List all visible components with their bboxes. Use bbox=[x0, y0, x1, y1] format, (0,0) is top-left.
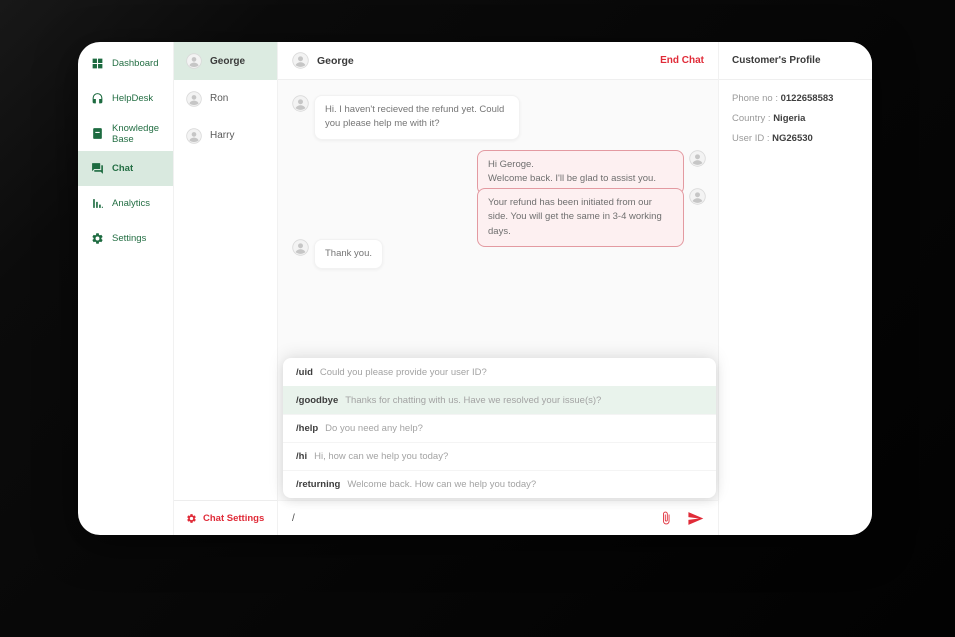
contact-avatar-icon bbox=[186, 91, 202, 107]
customer-avatar-icon bbox=[292, 239, 309, 256]
command-description: Hi, how can we help you today? bbox=[314, 451, 448, 462]
contact-name: Ron bbox=[210, 93, 228, 104]
command-item-returning[interactable]: /returning Welcome back. How can we help… bbox=[283, 470, 716, 498]
message-input[interactable] bbox=[292, 513, 645, 524]
profile-field-userid: User ID : NG26530 bbox=[732, 133, 859, 144]
command-key: /goodbye bbox=[296, 395, 338, 406]
command-item-hi[interactable]: /hi Hi, how can we help you today? bbox=[283, 442, 716, 470]
gear-icon bbox=[91, 232, 104, 245]
chat-bubbles-icon bbox=[91, 162, 104, 175]
command-suggestions-popup: /uid Could you please provide your user … bbox=[283, 358, 716, 498]
message-customer: Hi. I haven't recieved the refund yet. C… bbox=[292, 95, 520, 140]
dashboard-grid-icon bbox=[91, 57, 104, 70]
book-icon bbox=[91, 127, 104, 140]
bar-chart-icon bbox=[91, 197, 104, 210]
command-key: /hi bbox=[296, 451, 307, 462]
app-window: Dashboard HelpDesk Knowledge Base Chat A… bbox=[78, 42, 872, 535]
profile-field-label: User ID : bbox=[732, 133, 772, 144]
gear-icon bbox=[186, 513, 197, 524]
sidebar-item-knowledge-base[interactable]: Knowledge Base bbox=[78, 116, 173, 151]
command-key: /uid bbox=[296, 367, 313, 378]
command-description: Do you need any help? bbox=[325, 423, 423, 434]
message-agent: Your refund has been initiated from our … bbox=[477, 188, 706, 247]
profile-field-country: Country : Nigeria bbox=[732, 113, 859, 124]
contact-list: George Ron Harry Chat Settings bbox=[174, 42, 278, 535]
sidebar-item-label: Knowledge Base bbox=[112, 123, 173, 145]
sidebar-item-label: Settings bbox=[112, 233, 146, 244]
chat-panel: George End Chat Hi. I haven't recieved t… bbox=[278, 42, 718, 535]
command-key: /help bbox=[296, 423, 318, 434]
command-key: /returning bbox=[296, 479, 340, 490]
message-bubble: Hi. I haven't recieved the refund yet. C… bbox=[314, 95, 520, 140]
customer-profile-body: Phone no : 0122658583 Country : Nigeria … bbox=[719, 80, 872, 166]
profile-field-phone: Phone no : 0122658583 bbox=[732, 93, 859, 104]
command-description: Could you please provide your user ID? bbox=[320, 367, 487, 378]
sidebar-item-label: Analytics bbox=[112, 198, 150, 209]
profile-field-value: 0122658583 bbox=[781, 93, 834, 104]
send-icon[interactable] bbox=[687, 510, 704, 527]
message-bubble: Your refund has been initiated from our … bbox=[477, 188, 684, 247]
chat-settings-button[interactable]: Chat Settings bbox=[174, 500, 277, 535]
profile-field-value: NG26530 bbox=[772, 133, 813, 144]
chat-header: George End Chat bbox=[278, 42, 718, 80]
customer-profile-title: Customer's Profile bbox=[719, 42, 872, 80]
sidebar-item-label: Chat bbox=[112, 163, 133, 174]
sidebar-item-settings[interactable]: Settings bbox=[78, 221, 173, 256]
contact-name: George bbox=[210, 56, 245, 67]
headset-icon bbox=[91, 92, 104, 105]
customer-avatar-icon bbox=[292, 95, 309, 112]
contact-list-spacer bbox=[174, 154, 277, 500]
message-customer: Thank you. bbox=[292, 239, 383, 269]
sidebar-item-analytics[interactable]: Analytics bbox=[78, 186, 173, 221]
end-chat-button[interactable]: End Chat bbox=[660, 55, 704, 66]
profile-field-value: Nigeria bbox=[773, 113, 805, 124]
attachment-paperclip-icon[interactable] bbox=[659, 511, 673, 525]
command-description: Thanks for chatting with us. Have we res… bbox=[345, 395, 601, 406]
command-item-goodbye[interactable]: /goodbye Thanks for chatting with us. Ha… bbox=[283, 386, 716, 414]
profile-field-label: Country : bbox=[732, 113, 773, 124]
agent-avatar-icon bbox=[689, 150, 706, 167]
profile-field-label: Phone no : bbox=[732, 93, 781, 104]
contact-item-george[interactable]: George bbox=[174, 42, 277, 80]
chat-header-name: George bbox=[317, 55, 354, 67]
contact-item-ron[interactable]: Ron bbox=[174, 80, 277, 117]
command-item-help[interactable]: /help Do you need any help? bbox=[283, 414, 716, 442]
sidebar-item-helpdesk[interactable]: HelpDesk bbox=[78, 81, 173, 116]
contact-avatar-icon bbox=[186, 53, 202, 69]
chat-header-avatar-icon bbox=[292, 52, 309, 69]
sidebar-item-dashboard[interactable]: Dashboard bbox=[78, 46, 173, 81]
message-bubble: Thank you. bbox=[314, 239, 383, 269]
chat-settings-label: Chat Settings bbox=[203, 513, 264, 524]
command-item-uid[interactable]: /uid Could you please provide your user … bbox=[283, 358, 716, 386]
contact-item-harry[interactable]: Harry bbox=[174, 117, 277, 154]
sidebar-item-label: HelpDesk bbox=[112, 93, 153, 104]
contact-avatar-icon bbox=[186, 128, 202, 144]
sidebar-item-chat[interactable]: Chat bbox=[78, 151, 173, 186]
main-sidebar: Dashboard HelpDesk Knowledge Base Chat A… bbox=[78, 42, 174, 535]
customer-profile-panel: Customer's Profile Phone no : 0122658583… bbox=[718, 42, 872, 535]
sidebar-item-label: Dashboard bbox=[112, 58, 158, 69]
message-input-bar bbox=[278, 500, 718, 535]
agent-avatar-icon bbox=[689, 188, 706, 205]
command-description: Welcome back. How can we help you today? bbox=[347, 479, 536, 490]
contact-name: Harry bbox=[210, 130, 234, 141]
